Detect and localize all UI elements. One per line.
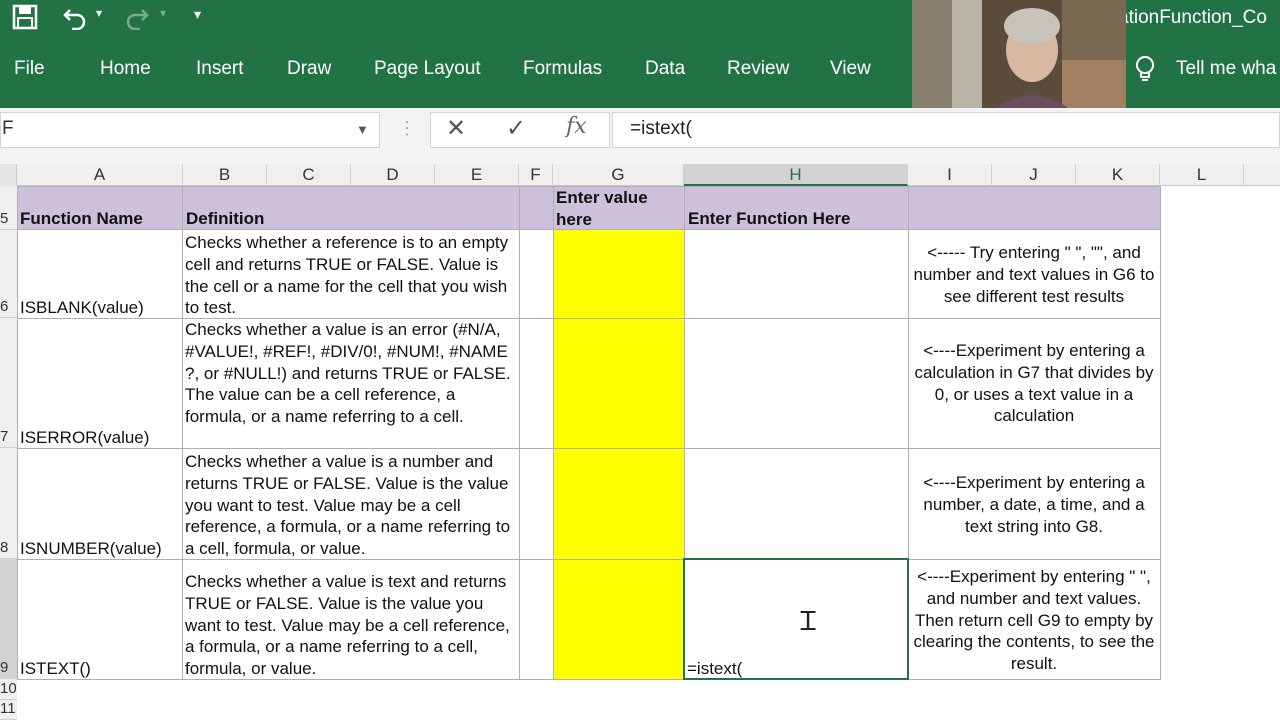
column-header-k[interactable]: K — [1076, 164, 1160, 186]
function-name-iserror: ISERROR(value) — [20, 428, 150, 447]
definition-istext: Checks whether a value is text and retur… — [185, 572, 510, 679]
column-header-l[interactable]: L — [1160, 164, 1244, 186]
grip-icon[interactable]: ⋮ — [398, 118, 416, 139]
column-header-h[interactable]: H — [684, 164, 908, 186]
function-name-isnumber: ISNUMBER(value) — [20, 539, 162, 558]
cell-f9[interactable] — [519, 559, 554, 680]
cell-f6[interactable] — [519, 229, 554, 319]
row-header-8[interactable]: 8 — [0, 448, 17, 559]
column-header-j[interactable]: J — [992, 164, 1076, 186]
column-header-g[interactable]: G — [553, 164, 684, 186]
column-header-e[interactable]: E — [435, 164, 519, 186]
definition-isnumber: Checks whether a value is a number and r… — [185, 452, 511, 559]
undo-icon[interactable] — [62, 4, 88, 36]
cell-g9[interactable] — [553, 559, 685, 680]
row-header-11[interactable]: 11 — [0, 700, 17, 720]
hint-isnumber: <----Experiment by entering a number, a … — [923, 473, 1145, 536]
row-header-6[interactable]: 6 — [0, 230, 17, 318]
tab-view[interactable]: View — [830, 58, 871, 80]
cell-f8[interactable] — [519, 448, 554, 560]
tab-data[interactable]: Data — [645, 58, 685, 80]
cell-g6[interactable] — [553, 229, 685, 319]
name-box[interactable] — [0, 112, 380, 148]
undo-dropdown-icon[interactable]: ▾ — [96, 6, 102, 20]
tab-home[interactable]: Home — [100, 58, 151, 80]
webcam-video — [912, 0, 1126, 120]
row-header-5[interactable]: 5 — [0, 186, 17, 230]
hint-isblank: <----- Try entering " ", "", and number … — [913, 243, 1155, 306]
column-header-a[interactable]: A — [17, 164, 183, 186]
column-header-d[interactable]: D — [351, 164, 435, 186]
tab-review[interactable]: Review — [727, 58, 789, 80]
tell-me-search[interactable]: Tell me wha — [1176, 58, 1276, 80]
header-cell-f[interactable] — [519, 186, 554, 230]
select-all-corner[interactable] — [0, 164, 17, 186]
customize-qat-icon[interactable]: ▾ — [194, 6, 201, 23]
column-header-i[interactable]: I — [908, 164, 992, 186]
column-header-b[interactable]: B — [183, 164, 267, 186]
function-name-isblank: ISBLANK(value) — [20, 298, 144, 317]
formula-input[interactable] — [612, 112, 1280, 148]
name-box-value: F — [2, 118, 14, 139]
header-definition: Definition — [186, 209, 265, 228]
enter-check-icon[interactable]: ✓ — [506, 114, 526, 143]
tab-insert[interactable]: Insert — [196, 58, 244, 80]
header-function-name: Function Name — [20, 209, 143, 228]
row-header-10[interactable]: 10 — [0, 679, 17, 700]
header-enter-value: Enter value here — [556, 188, 648, 229]
tab-formulas[interactable]: Formulas — [523, 58, 602, 80]
cell-h6[interactable] — [684, 229, 909, 319]
cell-h8[interactable] — [684, 448, 909, 560]
definition-isblank: Checks whether a reference is to an empt… — [185, 233, 509, 318]
header-cell-i[interactable] — [908, 186, 1161, 230]
hint-iserror: <----Experiment by entering a calculatio… — [914, 341, 1154, 426]
tab-file[interactable]: File — [14, 58, 45, 80]
chevron-down-icon[interactable]: ▼ — [356, 122, 369, 137]
cell-f7[interactable] — [519, 318, 554, 449]
tab-draw[interactable]: Draw — [287, 58, 331, 80]
hint-istext: <----Experiment by entering " ", and num… — [913, 567, 1155, 674]
cancel-icon[interactable]: ✕ — [446, 114, 466, 143]
window-title: ationFunction_Co — [1118, 7, 1267, 28]
cell-h7[interactable] — [684, 318, 909, 449]
definition-iserror: Checks whether a value is an error (#N/A… — [185, 320, 511, 427]
tab-page-layout[interactable]: Page Layout — [374, 58, 481, 80]
cell-g8[interactable] — [553, 448, 685, 560]
row-header-7[interactable]: 7 — [0, 318, 17, 448]
column-header-c[interactable]: C — [267, 164, 351, 186]
text-cursor-icon: Ꮖ — [800, 606, 818, 636]
lightbulb-icon[interactable] — [1132, 54, 1158, 84]
cell-g7[interactable] — [553, 318, 685, 449]
row-header-9[interactable]: 9 — [0, 559, 17, 679]
insert-function-icon[interactable]: fx — [566, 114, 587, 139]
column-header-f[interactable]: F — [519, 164, 553, 186]
redo-icon — [124, 4, 150, 36]
function-name-istext: ISTEXT() — [20, 659, 91, 678]
active-cell-border[interactable] — [683, 558, 909, 680]
header-enter-function: Enter Function Here — [688, 209, 851, 228]
redo-dropdown-icon: ▾ — [160, 6, 167, 20]
formula-text: =istext( — [630, 118, 692, 139]
save-icon[interactable] — [12, 4, 38, 36]
